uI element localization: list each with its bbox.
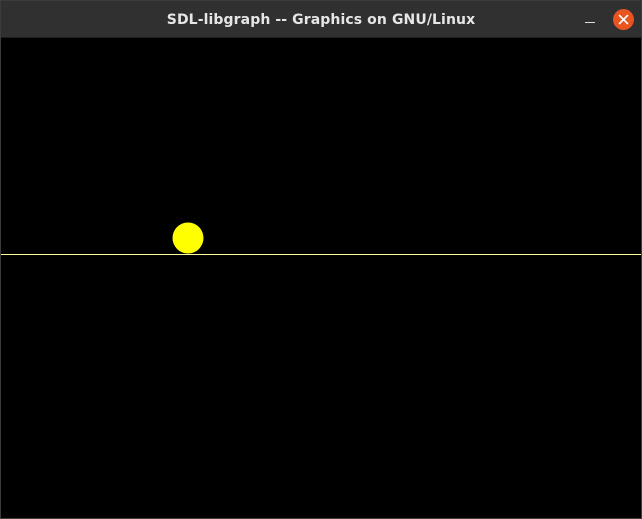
app-window: SDL-libgraph -- Graphics on GNU/Linux	[0, 0, 642, 519]
window-title: SDL-libgraph -- Graphics on GNU/Linux	[166, 12, 476, 28]
title-bar[interactable]: SDL-libgraph -- Graphics on GNU/Linux	[1, 1, 641, 38]
graphics-surface	[1, 38, 641, 518]
canvas-background	[1, 38, 641, 518]
close-icon	[618, 14, 629, 25]
close-button[interactable]	[613, 9, 634, 30]
graphics-canvas[interactable]	[1, 38, 641, 518]
minimize-button[interactable]	[579, 9, 601, 31]
yellow-ball	[172, 222, 204, 254]
minimize-icon	[585, 22, 595, 23]
